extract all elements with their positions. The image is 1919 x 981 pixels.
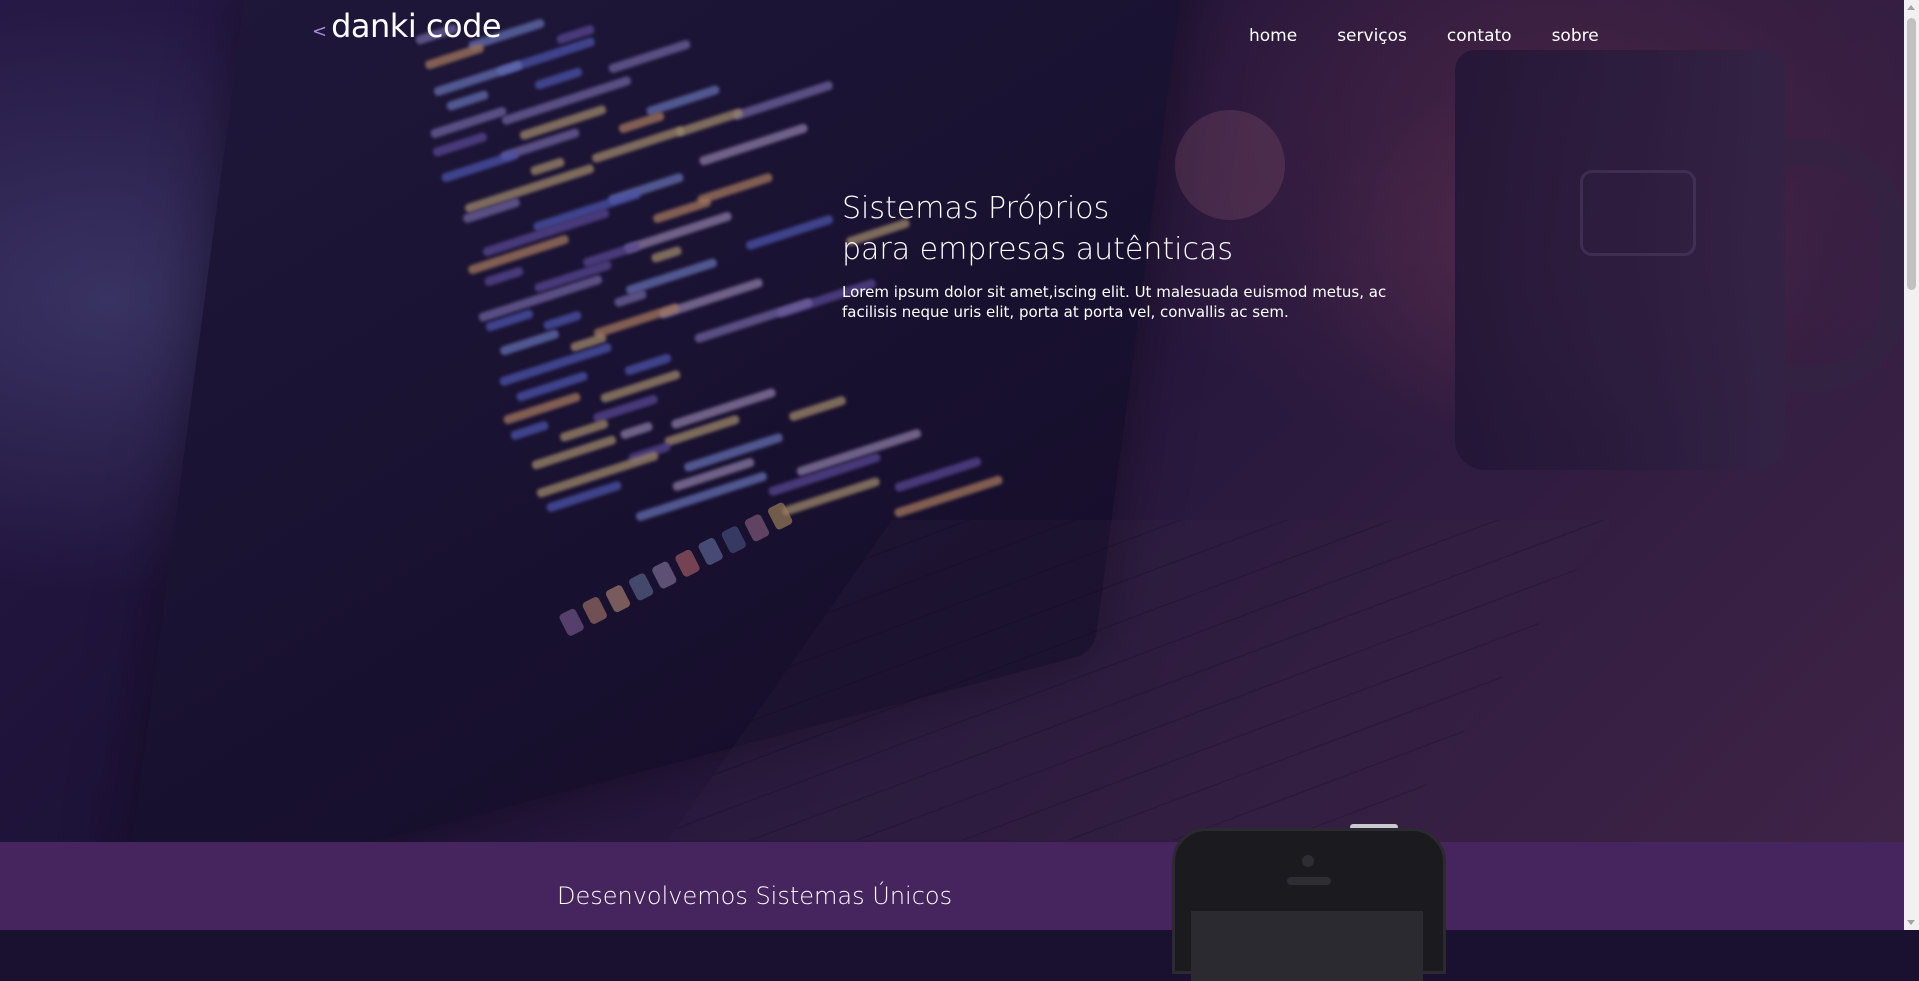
hero-description: Lorem ipsum dolor sit amet,iscing elit. … xyxy=(842,283,1387,321)
hero-title: Sistemas Próprios para empresas autêntic… xyxy=(842,188,1422,270)
hero-overlay xyxy=(0,0,1904,842)
hero-content: Sistemas Próprios para empresas autêntic… xyxy=(842,188,1422,322)
logo[interactable]: < danki code xyxy=(312,7,502,45)
hero-title-line1: Sistemas Próprios xyxy=(842,191,1110,226)
main-nav: home serviços contato sobre xyxy=(1249,26,1639,46)
scrollbar-thumb[interactable] xyxy=(1907,18,1916,290)
nav-contato[interactable]: contato xyxy=(1447,26,1512,46)
services-title: Desenvolvemos Sistemas Únicos xyxy=(557,882,953,910)
phone-speaker xyxy=(1287,877,1331,885)
hero-title-line2: para empresas autênticas xyxy=(842,232,1233,267)
scroll-up-arrow-icon[interactable] xyxy=(1907,5,1915,10)
phone-camera xyxy=(1302,855,1314,867)
phone-screen xyxy=(1191,911,1423,981)
phone-image xyxy=(1172,828,1446,981)
logo-text: danki code xyxy=(331,7,502,45)
scroll-down-arrow-icon[interactable] xyxy=(1907,920,1915,925)
page-scrollbar[interactable] xyxy=(1904,0,1919,930)
nav-sobre[interactable]: sobre xyxy=(1552,26,1599,46)
hero-section: < danki code home serviços contato sobre… xyxy=(0,0,1904,842)
services-section: Desenvolvemos Sistemas Únicos xyxy=(0,842,1904,930)
site-header: < danki code home serviços contato sobre xyxy=(0,0,1904,70)
logo-arrow-icon: < xyxy=(312,21,328,42)
nav-servicos[interactable]: serviços xyxy=(1337,26,1407,46)
nav-home[interactable]: home xyxy=(1249,26,1297,46)
